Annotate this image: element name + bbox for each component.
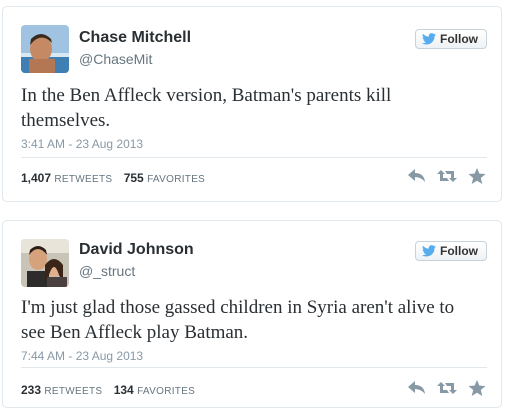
follow-button[interactable]: Follow xyxy=(415,241,487,261)
star-icon[interactable] xyxy=(467,167,487,185)
reply-icon[interactable] xyxy=(407,167,427,185)
retweets-count[interactable]: 1,407 xyxy=(21,171,51,185)
star-icon[interactable] xyxy=(467,379,487,397)
divider xyxy=(21,157,487,158)
favorites-label[interactable]: FAVORITES xyxy=(137,386,195,397)
tweet-stats: 233 RETWEETS 134 FAVORITES xyxy=(21,383,203,397)
retweets-label[interactable]: RETWEETS xyxy=(44,386,102,397)
favorites-count[interactable]: 134 xyxy=(114,383,134,397)
timestamp[interactable]: 7:44 AM - 23 Aug 2013 xyxy=(21,349,143,363)
avatar[interactable] xyxy=(21,25,69,73)
tweet-stats: 1,407 RETWEETS 755 FAVORITES xyxy=(21,171,213,185)
retweet-icon[interactable] xyxy=(437,379,457,397)
timestamp[interactable]: 3:41 AM - 23 Aug 2013 xyxy=(21,137,143,151)
follow-label: Follow xyxy=(440,244,478,258)
divider xyxy=(21,367,487,368)
twitter-bird-icon xyxy=(422,245,436,257)
favorites-label[interactable]: FAVORITES xyxy=(147,174,205,185)
reply-icon[interactable] xyxy=(407,379,427,397)
retweet-icon[interactable] xyxy=(437,167,457,185)
favorites-count[interactable]: 755 xyxy=(124,171,144,185)
author-name[interactable]: David Johnson xyxy=(79,241,194,259)
tweet-card: Chase Mitchell @ChaseMit Follow In the B… xyxy=(2,6,502,202)
retweets-label[interactable]: RETWEETS xyxy=(54,174,112,185)
author-handle[interactable]: @ChaseMit xyxy=(79,51,152,67)
tweet-card: David Johnson @_struct Follow I'm just g… xyxy=(2,220,502,408)
author-name[interactable]: Chase Mitchell xyxy=(79,29,191,47)
tweet-actions xyxy=(407,379,487,397)
follow-label: Follow xyxy=(440,32,478,46)
author-handle[interactable]: @_struct xyxy=(79,263,135,279)
tweet-text: In the Ben Affleck version, Batman's par… xyxy=(21,85,392,131)
avatar[interactable] xyxy=(21,239,69,287)
twitter-bird-icon xyxy=(422,33,436,45)
tweet-actions xyxy=(407,167,487,185)
follow-button[interactable]: Follow xyxy=(415,29,487,49)
tweet-text: I'm just glad those gassed children in S… xyxy=(21,297,455,343)
retweets-count[interactable]: 233 xyxy=(21,383,41,397)
